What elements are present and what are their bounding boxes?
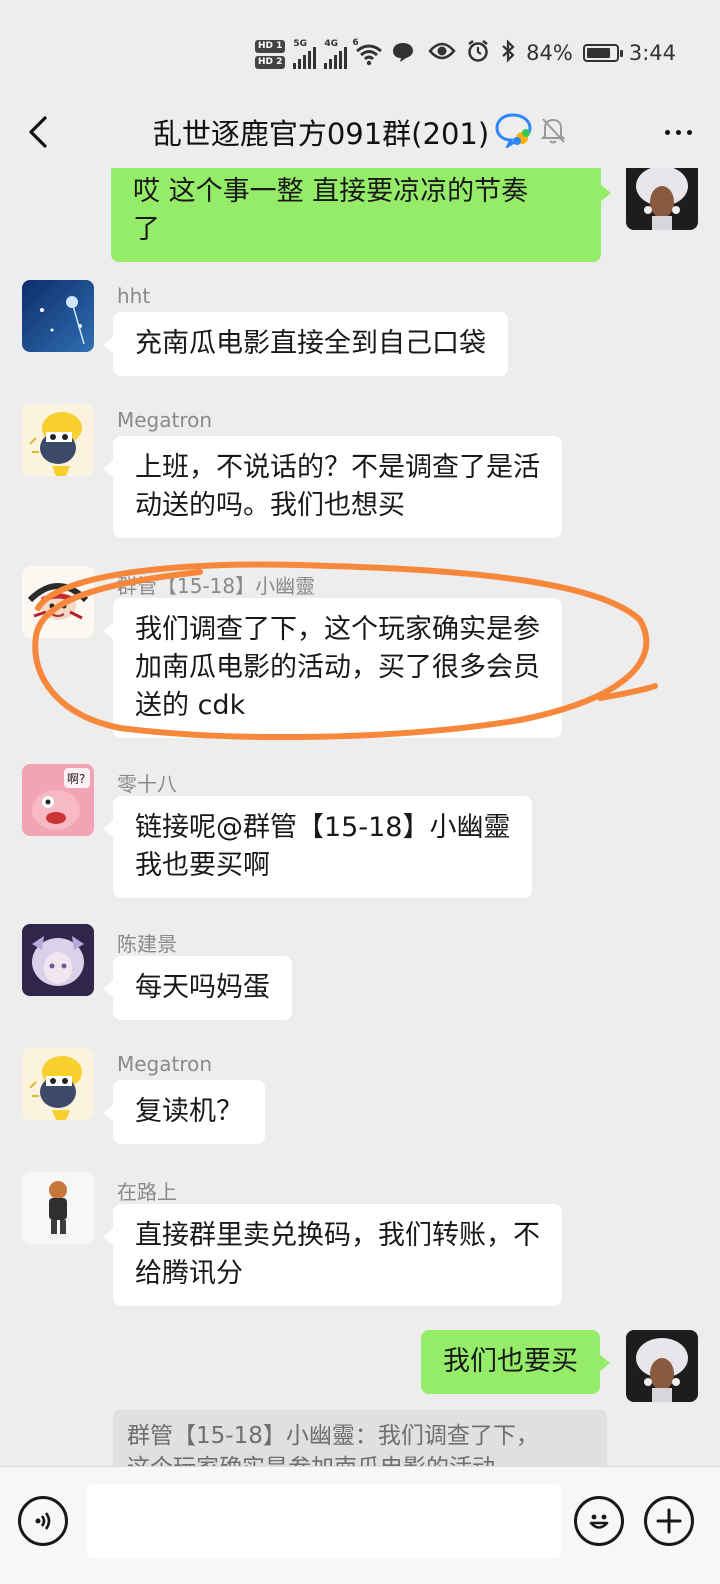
alarm-icon [466,39,490,68]
status-left: HD 1 HD 2 5G 4G 6 [255,34,415,74]
hd-badge: HD 1 [255,39,286,53]
avatar[interactable] [22,404,94,476]
avatar[interactable] [22,1048,94,1120]
sender-name: hht [117,284,151,308]
more-dots-icon [664,129,670,135]
eye-icon [428,41,456,66]
emoji-button[interactable] [574,1496,624,1546]
clock: 3:44 [628,41,676,65]
input-bar [0,1466,720,1584]
status-bar: HD 1 HD 2 5G 4G 6 84% 3:44 [0,0,720,100]
plus-icon [656,1508,682,1534]
message-bubble[interactable]: 直接群里卖兑换码，我们转账，不 给腾讯分 [103,1204,562,1306]
voice-icon [35,1512,51,1530]
bluetooth-icon [500,38,516,68]
emoji-icon [589,1514,609,1529]
sender-name: 在路上 [117,1180,177,1204]
cellular-signal-icon: 4G [324,39,348,69]
message-bubble[interactable]: 链接呢@群管【15-18】小幽靈 我也要买啊 [102,796,533,898]
voice-button[interactable] [18,1496,68,1546]
sender-name: 群管【15-18】小幽靈 [117,574,316,598]
network-type-label: 4G [324,39,339,49]
avatar[interactable] [22,566,94,638]
battery-icon [582,44,623,62]
network-type-label: 5G [293,39,308,49]
mute-bell-icon [539,115,567,149]
message-bubble[interactable]: 复读机？ [103,1080,265,1144]
sender-name: 陈建景 [117,932,177,956]
sender-name: Megatron [117,408,213,432]
cellular-signal-icon: 5G [293,39,317,69]
quoted-message[interactable]: 群管【15-18】小幽靈：我们调查了下， 这个玩家确实是参加南瓜电影的活动， [113,1410,607,1466]
avatar[interactable] [22,1172,94,1244]
message-bubble[interactable]: 上班，不说话的？不是调查了是活 动送的吗。我们也想买 [103,436,562,538]
sender-name: Megatron [117,1052,213,1076]
message-bubble[interactable]: 我们也要买 [421,1330,610,1394]
wifi-generation-label: 6 [352,38,359,48]
battery-percent: 84% [526,41,573,65]
plus-button[interactable] [644,1496,694,1546]
message-bubble-icon [391,41,415,67]
battery-fill [586,48,611,58]
message-bubble[interactable]: 我们调查了下，这个玩家确实是参 加南瓜电影的活动，买了很多会员 送的 cdk [103,598,562,738]
chat-header: 乱世逐鹿官方091群(201) [0,100,720,168]
avatar[interactable]: 啊? [22,764,94,836]
message-list[interactable]: 哎 这个事一整 直接要凉凉的节奏 了 hht 充南瓜电影直接全到自己口袋 Meg… [0,168,720,1466]
status-right: 84% 3:44 [428,38,676,68]
avatar[interactable] [22,280,94,352]
enterprise-group-icon [495,112,533,152]
message-input[interactable] [86,1484,562,1558]
message-bubble[interactable]: 每天吗妈蛋 [103,956,292,1020]
message-bubble[interactable]: 充南瓜电影直接全到自己口袋 [103,312,508,376]
wifi-icon: 6 [352,38,383,66]
svg-text:啊?: 啊? [67,772,85,786]
message-bubble[interactable]: 哎 这个事一整 直接要凉凉的节奏 了 [111,168,611,262]
avatar[interactable] [22,924,94,996]
more-options-button[interactable] [656,110,700,154]
hd-badge: HD 2 [255,55,286,69]
sender-name: 零十八 [117,772,177,796]
avatar[interactable] [626,1330,698,1402]
page-title: 乱世逐鹿官方091群(201) [152,117,490,151]
avatar[interactable] [626,168,698,230]
